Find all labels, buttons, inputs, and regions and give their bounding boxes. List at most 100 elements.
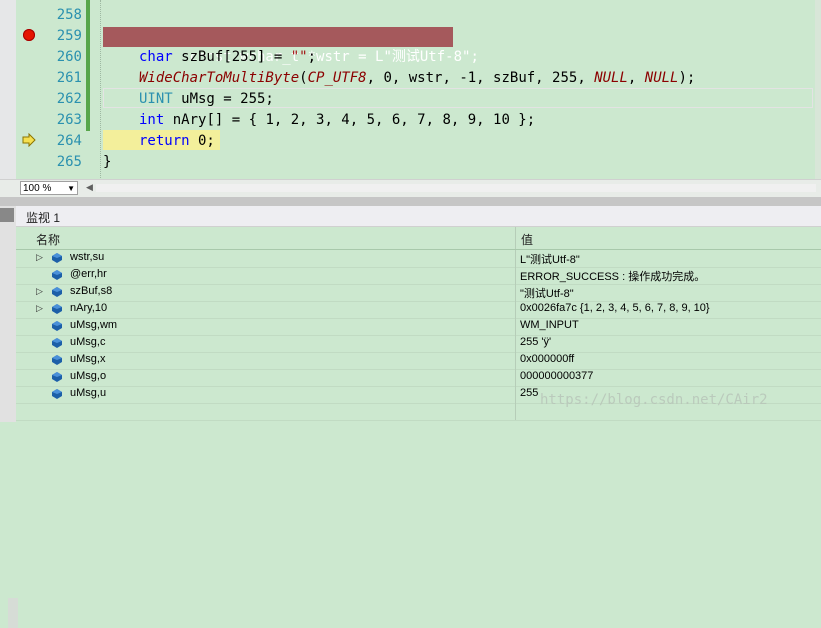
code-line-263[interactable]: int nAry[] = { 1, 2, 3, 4, 5, 6, 7, 8, 9…	[139, 110, 535, 131]
watch-name[interactable]: uMsg,wm	[70, 319, 117, 331]
code-token: (	[299, 70, 308, 86]
expand-icon[interactable]: ▷	[36, 286, 43, 297]
code-line-259[interactable]: const wchar_t *wstr = L"测试Utf-8";	[139, 26, 479, 65]
column-divider	[515, 403, 516, 420]
watch-value[interactable]: 0x000000ff	[520, 353, 574, 365]
variable-icon	[52, 389, 62, 399]
watch-column-header: 名称 值	[16, 227, 821, 250]
line-number: 265	[56, 154, 82, 170]
watch-name[interactable]: wstr,su	[70, 251, 104, 263]
watch-value[interactable]: 0x0026fa7c {1, 2, 3, 4, 5, 6, 7, 8, 9, 1…	[520, 302, 710, 314]
watch-value[interactable]: 255 'ÿ'	[520, 336, 551, 348]
watch-row[interactable]: ▷ nAry,10 0x0026fa7c {1, 2, 3, 4, 5, 6, 7,…	[16, 301, 821, 319]
scroll-left-icon[interactable]: ◀	[86, 182, 93, 193]
variable-icon	[52, 270, 62, 280]
line-number-gutter: 258 259 260 261 262 263 264 265	[16, 0, 84, 180]
line-number: 261	[56, 70, 82, 86]
watch-name[interactable]: uMsg,u	[70, 387, 106, 399]
line-number: 262	[56, 91, 82, 107]
vertical-scrollbar[interactable]	[815, 0, 821, 180]
watch-value[interactable]: L"测试Utf-8"	[520, 251, 580, 267]
watch-row[interactable]: ▷ szBuf,s8 "测试Utf-8"	[16, 284, 821, 302]
watch-name[interactable]: nAry,10	[70, 302, 107, 314]
watch-row[interactable]: ▷ wstr,su L"测试Utf-8"	[16, 250, 821, 268]
watch-value[interactable]: 000000000377	[520, 370, 593, 382]
expand-icon[interactable]: ▷	[36, 303, 43, 314]
watch-row[interactable]: uMsg,x 0x000000ff	[16, 352, 821, 370]
code-token: ,	[627, 70, 645, 86]
variable-icon	[52, 372, 62, 382]
expand-icon[interactable]: ▷	[36, 252, 43, 263]
code-token: 0;	[189, 133, 215, 149]
code-area[interactable]: const wchar_t *wstr = L"测试Utf-8"; char s…	[92, 0, 821, 180]
macro-token: NULL	[644, 70, 679, 86]
watch-name[interactable]: uMsg,c	[70, 336, 105, 348]
code-line-265[interactable]: }	[103, 152, 111, 173]
watch-title: 监视 1	[26, 211, 61, 225]
watch-window: 监视 1 名称 值 ▷ wstr,su L"测试Utf-8" @err,hr ERROR…	[0, 206, 821, 628]
variable-icon	[52, 321, 62, 331]
column-divider	[515, 318, 516, 335]
code-token: , 0, wstr, -1, szBuf, 255,	[366, 70, 595, 86]
variable-icon	[52, 355, 62, 365]
column-divider[interactable]	[515, 227, 516, 249]
macro-token: CP_UTF8	[307, 70, 367, 86]
code-token: szBuf[255] =	[172, 49, 291, 65]
column-divider	[515, 335, 516, 352]
string-token: ""	[290, 49, 308, 65]
watch-row[interactable]: uMsg,wm WM_INPUT	[16, 318, 821, 336]
code-token: ;	[307, 49, 317, 65]
side-tab-strip	[0, 206, 16, 422]
column-divider	[515, 284, 516, 301]
keyword-token: char	[139, 49, 173, 65]
column-divider	[515, 369, 516, 386]
watch-value[interactable]: "测试Utf-8"	[520, 285, 574, 301]
column-divider	[515, 267, 516, 284]
watch-name[interactable]: szBuf,s8	[70, 285, 112, 297]
keyword-token: return	[139, 133, 190, 149]
side-tab	[8, 598, 18, 628]
variable-icon	[52, 287, 62, 297]
line-number: 260	[56, 49, 82, 65]
watch-value[interactable]: ERROR_SUCCESS : 操作成功完成。	[520, 268, 705, 284]
watch-title-bar[interactable]: 监视 1	[16, 206, 821, 227]
watch-value[interactable]: 255	[520, 387, 538, 399]
code-token: uMsg = 255;	[172, 91, 274, 107]
code-line-261[interactable]: WideCharToMultiByte(CP_UTF8, 0, wstr, -1…	[139, 68, 695, 89]
name-column-header[interactable]: 名称	[36, 231, 60, 248]
variable-icon	[52, 304, 62, 314]
horizontal-scrollbar[interactable]	[96, 184, 816, 192]
code-token: nAry[] = { 1, 2, 3, 4, 5, 6, 7, 8, 9, 10…	[164, 112, 536, 128]
watch-name[interactable]: uMsg,x	[70, 353, 105, 365]
code-line-260[interactable]: char szBuf[255] = "";	[139, 47, 316, 68]
code-token: );	[678, 70, 696, 86]
breakpoint-icon[interactable]	[23, 29, 35, 41]
change-tracking-bar	[86, 0, 90, 131]
watch-name[interactable]: uMsg,o	[70, 370, 106, 382]
column-divider	[515, 386, 516, 403]
macro-token: NULL	[594, 70, 628, 86]
value-column-header[interactable]: 值	[521, 231, 533, 248]
panel-splitter[interactable]	[0, 197, 821, 206]
code-editor[interactable]: 258 259 260 261 262 263 264 265 const wc…	[0, 0, 821, 180]
current-statement-arrow-icon	[22, 133, 36, 147]
watermark-text: https://blog.csdn.net/CAir2	[540, 392, 768, 408]
glyph-margin[interactable]	[0, 0, 16, 180]
watch-row[interactable]: uMsg,o 000000000377	[16, 369, 821, 387]
variable-icon	[52, 338, 62, 348]
watch-value[interactable]: WM_INPUT	[520, 319, 579, 331]
watch-row[interactable]: uMsg,c 255 'ÿ'	[16, 335, 821, 353]
keyword-token: int	[139, 112, 165, 128]
code-line-262[interactable]: UINT uMsg = 255;	[139, 89, 274, 110]
watch-name[interactable]: @err,hr	[70, 268, 107, 280]
watch-row[interactable]: @err,hr ERROR_SUCCESS : 操作成功完成。	[16, 267, 821, 285]
zoom-value: 100 %	[23, 183, 52, 194]
type-token: UINT	[139, 91, 173, 107]
code-line-264[interactable]: return 0;	[139, 131, 215, 152]
pane-toggle-icon[interactable]	[0, 208, 14, 222]
editor-status-bar: 100 % ▼ ◀	[0, 179, 821, 197]
line-number: 258	[56, 7, 82, 23]
indent-guide	[100, 0, 102, 180]
zoom-dropdown[interactable]: 100 % ▼	[20, 181, 78, 195]
variable-icon	[52, 253, 62, 263]
